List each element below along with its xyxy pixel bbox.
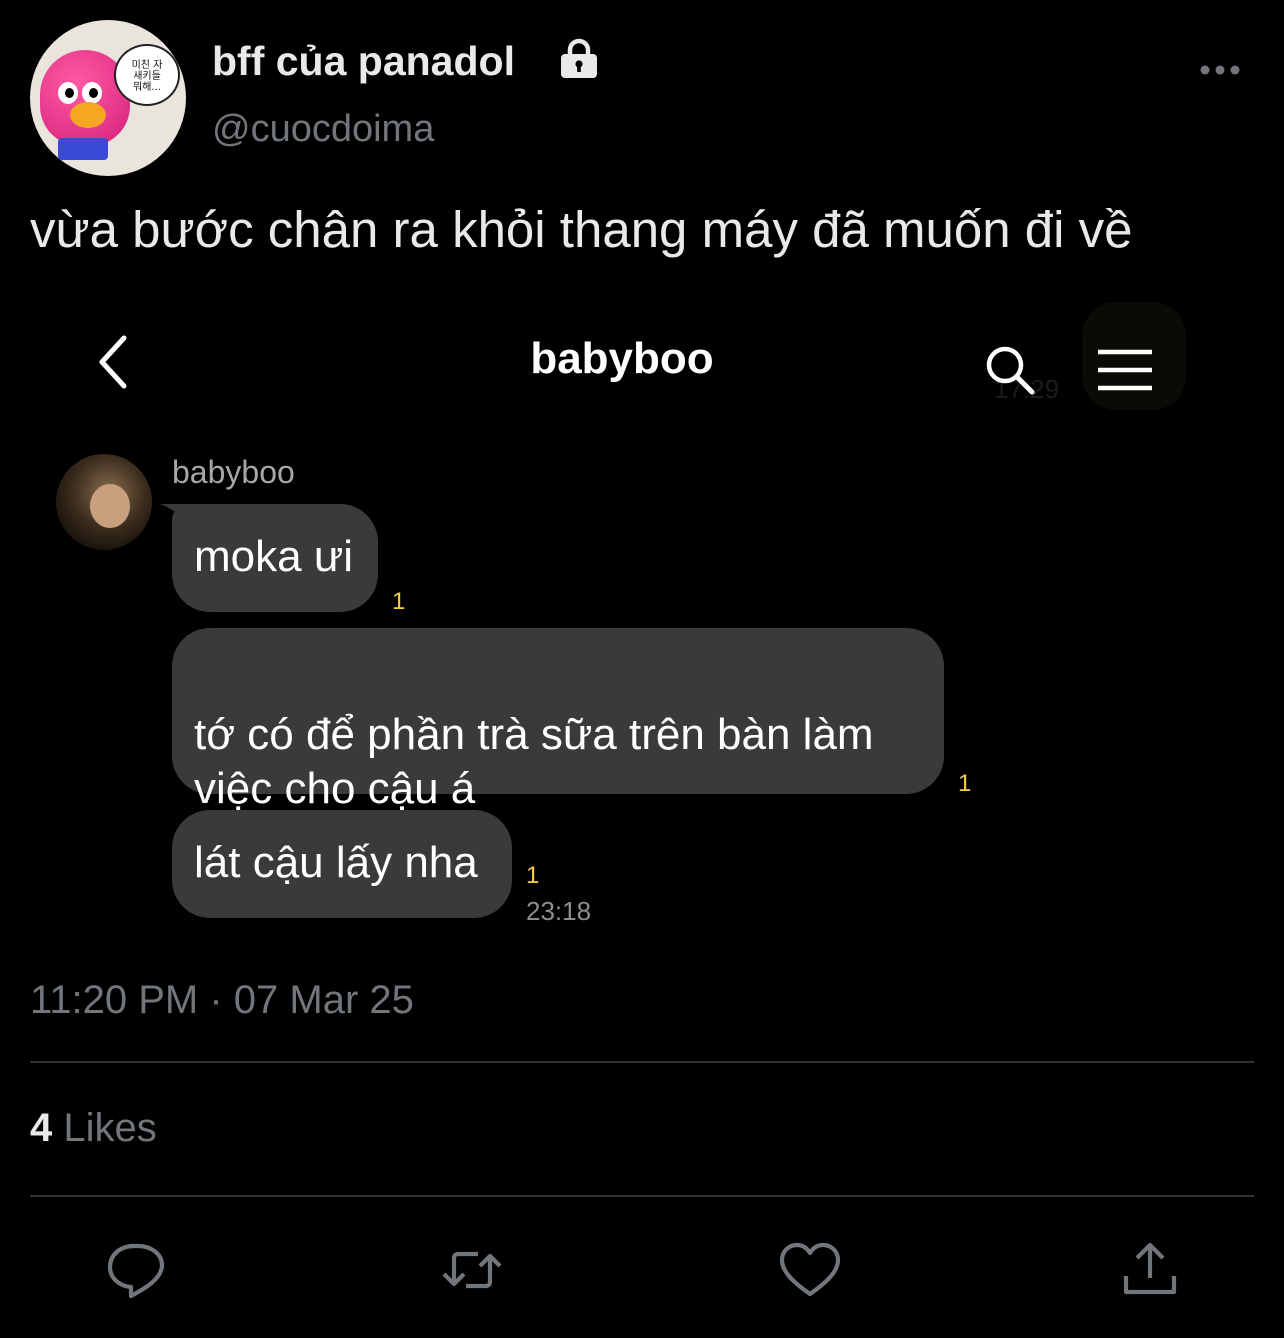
search-icon (986, 346, 1035, 395)
share-icon[interactable] (1118, 1238, 1182, 1302)
tweet-timestamp[interactable]: 11:20 PM · 07 Mar 25 (30, 978, 414, 1023)
message-bubble: moka ưi (172, 504, 378, 612)
unread-count: 1 (958, 770, 972, 797)
heart-icon[interactable] (778, 1238, 842, 1302)
more-icon[interactable] (1198, 60, 1242, 80)
display-name[interactable]: bff của panadol (212, 38, 515, 85)
divider (30, 1195, 1254, 1197)
lock-icon (561, 38, 597, 78)
divider (30, 1061, 1254, 1063)
sender-name: babyboo (172, 454, 295, 490)
reply-icon[interactable] (104, 1238, 168, 1302)
user-handle[interactable]: @cuocdoima (212, 108, 434, 151)
sender-avatar (56, 454, 152, 550)
profile-avatar[interactable]: 미친 자 새키들 뭐해... (30, 20, 186, 176)
hamburger-menu-icon (1098, 349, 1152, 391)
message-time: 23:18 (526, 896, 592, 926)
retweet-icon[interactable] (440, 1238, 504, 1302)
unread-count: 1 (392, 588, 406, 615)
avatar-speech-bubble: 미친 자 새키들 뭐해... (114, 44, 180, 106)
unread-count: 1 (526, 862, 540, 889)
attached-chat-screenshot[interactable]: babyboo 17:29 babyboo moka ưi 1 tớ có để… (30, 290, 1254, 940)
message-bubble: lát cậu lấy nha (172, 810, 512, 918)
tweet-text: vừa bước chân ra khỏi thang máy đã muốn … (30, 201, 1133, 258)
message-bubble: tớ có để phần trà sữa trên bàn làm việc … (172, 628, 944, 813)
likes-count[interactable]: 4 Likes (30, 1106, 157, 1151)
